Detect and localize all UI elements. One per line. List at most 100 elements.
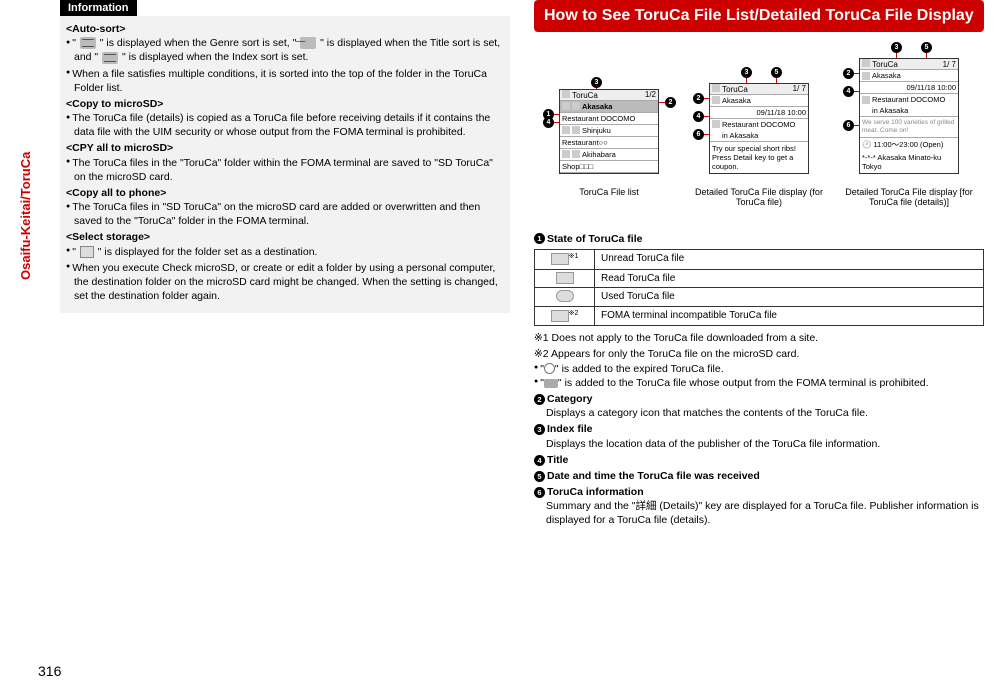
- cell: Unread ToruCa file: [595, 249, 984, 269]
- list-item: Restaurant DOCOMO: [562, 114, 635, 123]
- bullet-6-icon: 6: [534, 487, 545, 498]
- date: 09/11/18 10:00: [757, 108, 807, 117]
- marker-2-icon: 2: [693, 93, 704, 104]
- index: Akasaka: [722, 96, 751, 105]
- screenshot-row: 1 3 2 4 ToruCa 1/2 Akasaka Restaurant DO…: [534, 40, 984, 174]
- marker-3-icon: 3: [591, 77, 602, 88]
- list-item: Akihabara: [582, 150, 616, 159]
- marker-2-icon: 2: [843, 68, 854, 79]
- marker-4-icon: 4: [543, 117, 554, 128]
- idx-body: Displays the location data of the publis…: [534, 437, 984, 451]
- auto-sort-head: <Auto-sort>: [66, 22, 504, 36]
- caption-3: Detailed ToruCa File display [for ToruCa…: [844, 187, 974, 209]
- select-storage-p1: " " is displayed for the folder set as a…: [66, 245, 504, 259]
- marker-2-icon: 2: [665, 97, 676, 108]
- title: in Akasaka: [722, 131, 758, 140]
- cell: FOMA terminal incompatible ToruCa file: [595, 306, 984, 326]
- clock-icon: [544, 363, 555, 374]
- genre-sort-icon: [80, 37, 96, 49]
- table-row: ※2 FOMA terminal incompatible ToruCa file: [535, 306, 984, 326]
- index-sort-icon: [102, 52, 118, 64]
- phone-title: ToruCa: [712, 84, 748, 94]
- copy-phone-p1: The ToruCa files in "SD ToruCa" on the m…: [66, 200, 504, 228]
- auto-sort-p1: " " is displayed when the Genre sort is …: [66, 36, 504, 64]
- title-head: Title: [547, 454, 568, 466]
- section-header: How to See ToruCa File List/Detailed Tor…: [534, 0, 984, 32]
- table-row: ※1 Unread ToruCa file: [535, 249, 984, 269]
- phone-count: 1/ 7: [793, 84, 806, 93]
- bullet-2-icon: 2: [534, 394, 545, 405]
- title: in Akasaka: [872, 106, 908, 115]
- select-storage-head: <Select storage>: [66, 230, 504, 244]
- text: ": [72, 246, 76, 258]
- marker-6-icon: 6: [843, 120, 854, 131]
- idx-head: Index file: [547, 423, 593, 435]
- copy-sd-head: <Copy to microSD>: [66, 97, 504, 111]
- date: 09/11/18 10:00: [907, 83, 957, 92]
- used-icon: [556, 290, 574, 302]
- marker-4-icon: 4: [693, 111, 704, 122]
- incompat-icon: [551, 310, 569, 322]
- note: ※1: [569, 253, 579, 260]
- sidebar-chapter: Osaifu-Keitai/ToruCa: [18, 152, 33, 280]
- cat-body: Displays a category icon that matches th…: [534, 406, 984, 420]
- text: ": [72, 37, 76, 49]
- bullet-4-icon: 4: [534, 455, 545, 466]
- marker-5-icon: 5: [921, 42, 932, 53]
- text: " is added to the ToruCa file whose outp…: [558, 377, 929, 389]
- caption-2: Detailed ToruCa File display (for ToruCa…: [694, 187, 824, 209]
- phone-title: ToruCa: [562, 90, 598, 100]
- address: *-*-* Akasaka Minato-ku Tokyo: [860, 151, 958, 173]
- read-icon: [556, 272, 574, 284]
- cat-head: Category: [547, 393, 593, 405]
- footnote: ※1 Does not apply to the ToruCa file dow…: [534, 331, 984, 345]
- marker-3-icon: 3: [891, 42, 902, 53]
- information-tab: Information: [60, 0, 137, 16]
- cell: Used ToruCa file: [595, 288, 984, 307]
- summary: We serve 100 varieties of grilled meat. …: [860, 117, 958, 137]
- table-row: Used ToruCa file: [535, 288, 984, 307]
- select-storage-p2: When you execute Check microSD, or creat…: [66, 261, 504, 304]
- caption-1: ToruCa File list: [544, 187, 674, 198]
- cell: Read ToruCa file: [595, 269, 984, 288]
- index: Akasaka: [872, 71, 901, 80]
- phone-detail-1: ToruCa 1/ 7 Akasaka 09/11/18 10:00 Resta…: [709, 83, 809, 174]
- phone-title: ToruCa: [862, 59, 898, 69]
- phone-count: 1/ 7: [943, 60, 956, 69]
- note: ※2: [569, 310, 579, 317]
- list-item: Shop□□□: [562, 162, 593, 171]
- info-head: ToruCa information: [547, 486, 644, 498]
- left-column: Information <Auto-sort> " " is displayed…: [60, 0, 510, 530]
- phone-list: ToruCa 1/2 Akasaka Restaurant DOCOMO Shi…: [559, 89, 659, 174]
- leader: [659, 102, 665, 103]
- marker-6-icon: 6: [693, 129, 704, 140]
- info-body: Summary and the "詳細 (Details)" key are d…: [534, 499, 984, 527]
- bullet-3-icon: 3: [534, 424, 545, 435]
- title: Restaurant DOCOMO: [872, 95, 945, 104]
- text: " is displayed when the Genre sort is se…: [100, 37, 297, 49]
- text: " is displayed when the Index sort is se…: [122, 51, 308, 63]
- content-block: 1State of ToruCa file ※1Unread ToruCa fi…: [534, 232, 984, 528]
- title: Restaurant DOCOMO: [722, 120, 795, 129]
- prohibited-note: "" is added to the ToruCa file whose out…: [534, 376, 984, 390]
- expired-note: "" is added to the expired ToruCa file.: [534, 362, 984, 376]
- marker-5-icon: 5: [771, 67, 782, 78]
- footnote: ※2 Appears for only the ToruCa file on t…: [534, 347, 984, 361]
- list-item: Restaurant○○: [562, 138, 608, 147]
- phone-detail-2: ToruCa 1/ 7 Akasaka 09/11/18 10:00 Resta…: [859, 58, 959, 174]
- page-number: 316: [38, 663, 61, 679]
- list-item: Akasaka: [582, 102, 612, 111]
- auto-sort-p2: When a file satisfies multiple condition…: [66, 67, 504, 95]
- bullet-5-icon: 5: [534, 471, 545, 482]
- marker-4-icon: 4: [843, 86, 854, 97]
- table-row: Read ToruCa file: [535, 269, 984, 288]
- bullet-1-icon: 1: [534, 233, 545, 244]
- dt-head: Date and time the ToruCa file was receiv…: [547, 470, 760, 482]
- phone-count: 1/2: [645, 90, 656, 99]
- cpy-all-head: <CPY all to microSD>: [66, 141, 504, 155]
- right-column: How to See ToruCa File List/Detailed Tor…: [534, 0, 984, 530]
- sd-folder-icon: [80, 246, 94, 258]
- information-body: <Auto-sort> " " is displayed when the Ge…: [60, 16, 510, 313]
- cpy-all-p1: The ToruCa files in the "ToruCa" folder …: [66, 156, 504, 184]
- title-sort-icon: [300, 37, 316, 49]
